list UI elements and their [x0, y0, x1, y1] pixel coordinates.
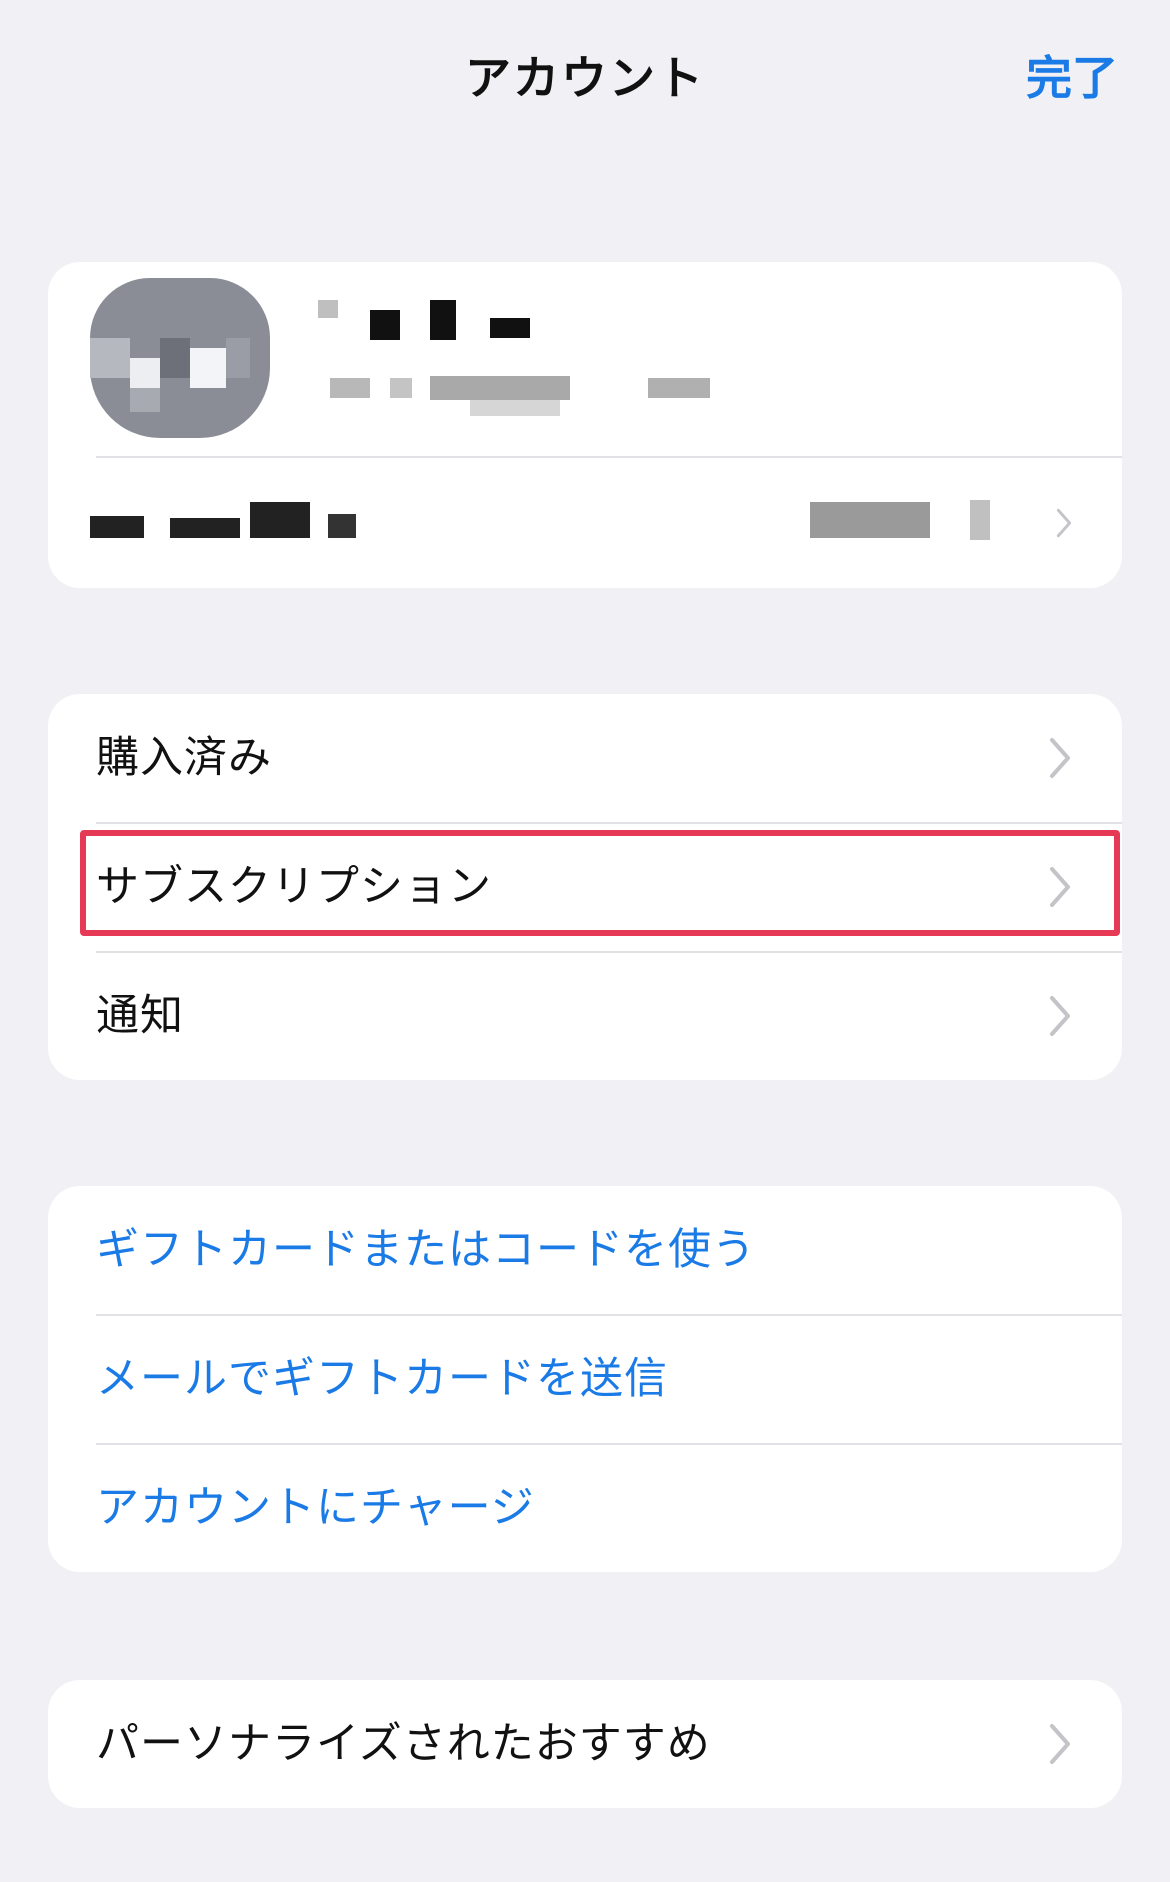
divider	[96, 456, 1122, 458]
account-balance-obscured	[90, 516, 144, 538]
profile-card[interactable]	[48, 262, 1122, 588]
send-gift-card-link[interactable]: メールでギフトカードを送信	[96, 1315, 668, 1443]
chevron-right-icon	[1050, 867, 1070, 907]
page-title: アカウント	[465, 51, 705, 105]
account-name-obscured	[318, 300, 338, 318]
notifications-row[interactable]: 通知	[48, 952, 1122, 1080]
personalized-recommendations-label: パーソナライズされたおすすめ	[96, 1719, 711, 1769]
chevron-right-icon	[1050, 738, 1070, 778]
personalized-recommendations-row[interactable]: パーソナライズされたおすすめ	[48, 1680, 1122, 1808]
redeem-gift-card-link[interactable]: ギフトカードまたはコードを使う	[96, 1186, 756, 1314]
send-gift-card-row[interactable]: メールでギフトカードを送信	[48, 1315, 1122, 1443]
navigation-bar: アカウント 完了	[0, 0, 1170, 140]
chevron-right-icon	[1056, 508, 1072, 538]
purchased-row[interactable]: 購入済み	[48, 694, 1122, 822]
gift-card-options-card: ギフトカードまたはコードを使う メールでギフトカードを送信 アカウントにチャージ	[48, 1186, 1122, 1572]
account-email-obscured	[330, 378, 370, 398]
add-funds-link[interactable]: アカウントにチャージ	[96, 1444, 535, 1572]
account-menu-card: 購入済み サブスクリプション 通知	[48, 694, 1122, 1080]
redeem-gift-card-row[interactable]: ギフトカードまたはコードを使う	[48, 1186, 1122, 1314]
purchased-label: 購入済み	[96, 733, 272, 783]
add-funds-row[interactable]: アカウントにチャージ	[48, 1444, 1122, 1572]
chevron-right-icon	[1050, 996, 1070, 1036]
subscriptions-label: サブスクリプション	[96, 862, 492, 912]
chevron-right-icon	[1050, 1724, 1070, 1764]
avatar	[90, 278, 270, 438]
personalized-recommendations-card: パーソナライズされたおすすめ	[48, 1680, 1122, 1808]
notifications-label: 通知	[96, 991, 184, 1041]
subscriptions-row[interactable]: サブスクリプション	[48, 823, 1122, 951]
done-button[interactable]: 完了	[1026, 42, 1118, 108]
